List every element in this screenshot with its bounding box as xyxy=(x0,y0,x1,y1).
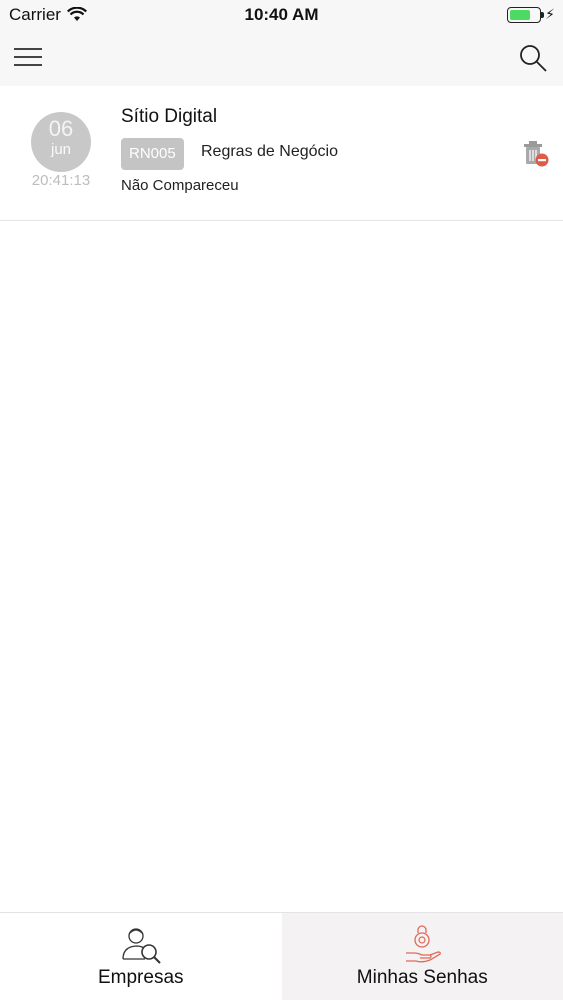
tab-empresas[interactable]: Empresas xyxy=(0,913,282,1000)
company-search-icon xyxy=(122,928,161,964)
tab-label-minhas-senhas: Minhas Senhas xyxy=(356,967,488,988)
ticket-row[interactable]: 06 jun 20:41:13 Sítio Digital RN005 Regr… xyxy=(0,86,563,221)
tab-minhas-senhas[interactable]: Minhas Senhas xyxy=(281,913,563,1000)
battery-indicator: ⚡ xyxy=(507,6,555,23)
ticket-day: 06 xyxy=(48,116,74,141)
navigation-bar xyxy=(0,30,563,86)
status-bar: Carrier 10:40 AM ⚡ xyxy=(0,0,563,30)
hamburger-menu-icon[interactable] xyxy=(14,42,46,74)
service-name: Regras de Negócio xyxy=(201,143,338,160)
ticket-month: jun xyxy=(50,141,72,158)
ticket-time: 20:41:13 xyxy=(31,172,91,189)
ticket-list: 06 jun 20:41:13 Sítio Digital RN005 Regr… xyxy=(0,86,563,221)
trash-remove-icon[interactable] xyxy=(521,138,549,168)
tab-label-empresas: Empresas xyxy=(97,967,184,988)
status-time: 10:40 AM xyxy=(244,5,319,24)
ticket-status: Não Compareceu xyxy=(121,177,239,194)
battery-icon xyxy=(507,6,545,23)
charging-bolt-icon: ⚡ xyxy=(545,6,555,22)
date-badge: 06 jun xyxy=(31,112,91,172)
tab-bar: Empresas Minhas Senhas xyxy=(0,912,563,1000)
ticket-code-badge: RN005 xyxy=(121,138,184,170)
hand-ticket-icon xyxy=(406,925,442,963)
company-name: Sítio Digital xyxy=(121,106,218,127)
search-icon[interactable] xyxy=(517,42,549,74)
battery-level xyxy=(510,9,530,20)
